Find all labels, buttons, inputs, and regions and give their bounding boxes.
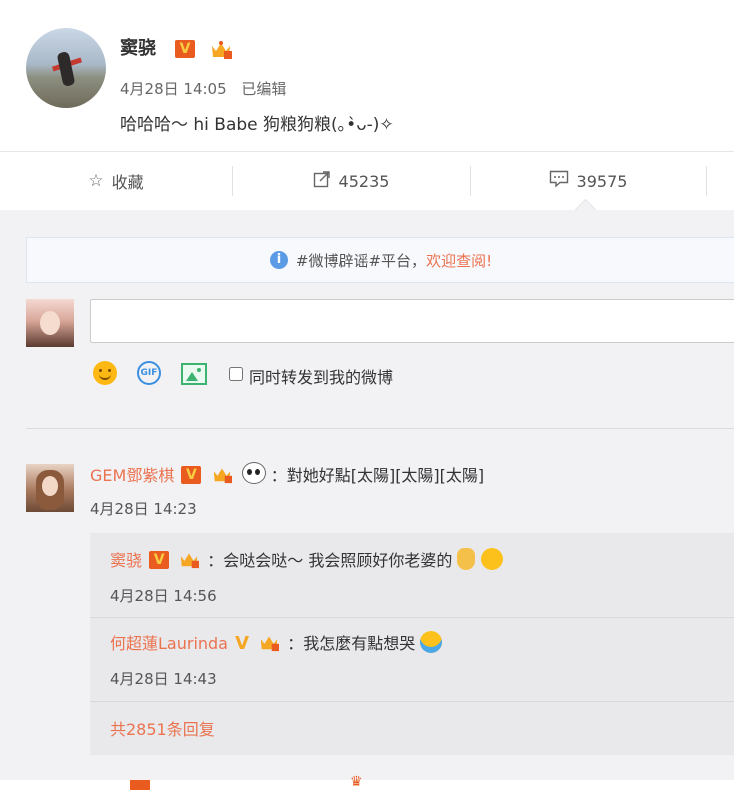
repost-checkbox-label[interactable]: 同时转发到我的微博 [249, 364, 393, 388]
verified-v-icon[interactable]: V [235, 633, 249, 654]
reply-text: ：我怎麼有點想哭 [287, 634, 416, 653]
more-replies-link[interactable]: 共2851条回复 [110, 716, 215, 740]
divider [26, 428, 734, 429]
reply-item: 窦骁 V ：会哒会哒～ 我会照顾好你老婆的 [110, 547, 503, 571]
gif-icon[interactable]: GIF [137, 361, 161, 385]
peace-sign-icon [457, 548, 476, 570]
notice-text: #微博辟谣#平台， [295, 251, 427, 270]
comment-text: ：對她好點[太陽][太陽][太陽] [270, 466, 485, 485]
commenter-avatar[interactable] [26, 464, 74, 512]
favorite-label: 收藏 [111, 173, 144, 192]
reply-time[interactable]: 4月28日 14:56 [110, 585, 217, 606]
reply-author[interactable]: 何超蓮Laurinda [110, 634, 228, 653]
star-icon: ☆ [88, 171, 104, 191]
crown-badge-icon[interactable] [178, 549, 200, 569]
edited-label[interactable]: 已编辑 [241, 80, 286, 98]
repost-checkbox[interactable] [229, 367, 243, 381]
divider [706, 166, 707, 196]
comment-count: 39575 [576, 171, 628, 191]
reply-list: 窦骁 V ：会哒会哒～ 我会照顾好你老婆的 4月28日 14:56 何超蓮Lau… [90, 533, 734, 755]
comment-icon [549, 170, 569, 193]
notice-link[interactable]: 欢迎查阅! [426, 250, 492, 271]
repost-icon [313, 170, 331, 193]
post-meta: 4月28日 14:05 已编辑 [120, 78, 296, 99]
verified-v-icon[interactable]: V [181, 466, 202, 484]
verified-v-icon[interactable]: V [175, 40, 195, 58]
author-avatar[interactable] [26, 28, 106, 108]
my-avatar[interactable] [26, 299, 74, 347]
weibo-post: 窦骁 V 4月28日 14:05 已编辑 哈哈哈～ hi Babe 狗粮狗粮(｡… [0, 0, 734, 150]
divider [90, 701, 734, 702]
reply-author[interactable]: 窦骁 [110, 551, 142, 570]
comments-section: i #微博辟谣#平台， 欢迎查阅! GIF 同时转发到我的微博 GEM鄧紫棋 V… [0, 210, 734, 790]
next-comment-partial: ♛ [130, 774, 390, 790]
comment-content: GEM鄧紫棋 V ：對她好點[太陽][太陽][太陽] [90, 462, 484, 486]
emoji-smile-icon[interactable] [93, 361, 117, 385]
post-date[interactable]: 4月28日 14:05 [120, 80, 227, 98]
info-icon: i [269, 251, 288, 269]
rumor-notice: i #微博辟谣#平台， 欢迎查阅! [26, 237, 734, 283]
repost-count: 45235 [338, 171, 390, 191]
comment-input[interactable] [90, 299, 734, 343]
crown-badge-icon[interactable] [209, 38, 232, 59]
repost-button[interactable]: 45235 [232, 152, 470, 210]
author-name[interactable]: 窦骁 [120, 34, 156, 60]
action-bar: ☆ 收藏 45235 39575 [0, 151, 734, 211]
reply-text: ：会哒会哒～ 我会照顾好你老婆的 [207, 551, 453, 570]
favorite-button[interactable]: ☆ 收藏 [0, 152, 232, 210]
laugh-cry-icon [420, 631, 443, 653]
panda-icon [241, 462, 266, 484]
divider [90, 617, 734, 618]
commenter-name[interactable]: GEM鄧紫棋 [90, 466, 174, 485]
kissing-face-icon [480, 548, 503, 570]
post-text: 哈哈哈～ hi Babe 狗粮狗粮(｡•̀ᴗ-)✧ [120, 115, 394, 135]
comment-time[interactable]: 4月28日 14:23 [90, 498, 197, 519]
crown-badge-icon[interactable] [258, 632, 280, 652]
verified-v-icon[interactable]: V [149, 551, 170, 569]
reply-item: 何超蓮Laurinda V ：我怎麼有點想哭 [110, 630, 443, 654]
reply-time[interactable]: 4月28日 14:43 [110, 668, 217, 689]
crown-badge-icon[interactable] [211, 464, 233, 484]
image-icon[interactable] [181, 363, 207, 385]
